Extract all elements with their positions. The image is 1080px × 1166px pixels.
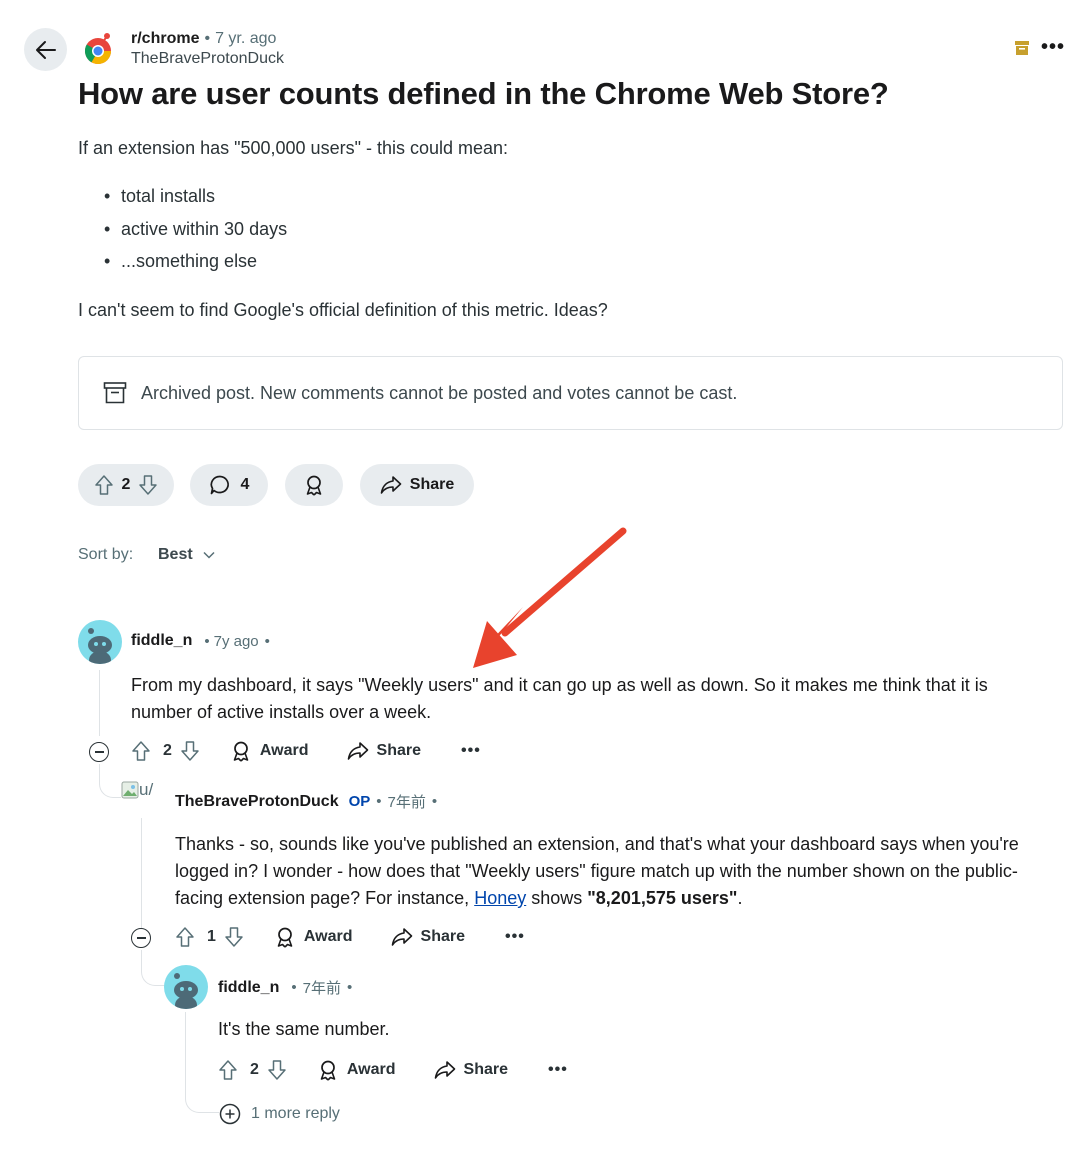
more-dots-icon[interactable]: •••	[1041, 36, 1065, 59]
downvote-icon[interactable]	[138, 474, 158, 496]
share-icon	[391, 928, 412, 946]
comment-age: 7年前	[302, 980, 341, 997]
vote-count: 2	[121, 476, 131, 493]
comment-bubble-icon	[210, 475, 229, 495]
upvote-icon[interactable]	[175, 926, 195, 948]
more-replies-button[interactable]: 1 more reply	[219, 1103, 340, 1125]
comment-actions: 2 Award Share •••	[218, 1059, 568, 1081]
archive-icon	[1014, 40, 1030, 56]
post-author[interactable]: TheBraveProtonDuck	[131, 50, 284, 68]
comment-text: Thanks - so, sounds like you've publishe…	[175, 834, 1019, 908]
more-dots-icon[interactable]: •••	[461, 742, 481, 760]
list-item: total installs	[104, 186, 215, 207]
more-dots-icon[interactable]: •••	[548, 1061, 568, 1079]
share-button[interactable]: Share	[360, 464, 474, 506]
comment-age: 7y ago	[213, 632, 259, 650]
award-icon	[277, 927, 293, 948]
list-item: active within 30 days	[104, 219, 287, 240]
comment-text: From my dashboard, it says "Weekly users…	[131, 675, 988, 722]
downvote-icon[interactable]	[180, 740, 200, 762]
subreddit-icon[interactable]	[80, 30, 118, 68]
comments-button[interactable]: 4	[190, 464, 268, 506]
annotation-arrow	[465, 525, 630, 675]
comment-author[interactable]: fiddle_n	[218, 979, 279, 997]
archived-text: Archived post. New comments cannot be po…	[141, 382, 738, 403]
avatar[interactable]: u/	[121, 780, 153, 800]
avatar[interactable]	[164, 965, 208, 1009]
downvote-icon[interactable]	[267, 1059, 287, 1081]
collapse-button[interactable]	[89, 742, 109, 762]
comment-count: 4	[240, 476, 250, 493]
arrow-left-icon	[35, 40, 56, 59]
award-icon	[320, 1060, 336, 1081]
plus-circle-icon	[219, 1103, 241, 1125]
post-age: 7 yr. ago	[215, 30, 277, 47]
broken-image-icon	[121, 781, 139, 799]
upvote-icon[interactable]	[218, 1059, 238, 1081]
comment-header: fiddle_n • 7年前 •	[218, 978, 353, 998]
comment-author[interactable]: fiddle_n	[131, 632, 192, 650]
share-icon	[434, 1061, 455, 1079]
archived-notice: Archived post. New comments cannot be po…	[78, 356, 1063, 430]
award-button[interactable]: Award	[230, 740, 309, 762]
share-button[interactable]: Share	[434, 1060, 508, 1080]
comment-actions: 2 Award Share •••	[131, 740, 481, 762]
sort-dropdown[interactable]: Best	[158, 546, 215, 564]
upvote-icon[interactable]	[131, 740, 151, 762]
comment-age: 7年前	[387, 794, 426, 811]
share-button[interactable]: Share	[347, 741, 421, 761]
sort-label: Sort by:	[78, 546, 134, 563]
award-button[interactable]	[285, 464, 343, 506]
vote-control: 2	[78, 464, 174, 506]
downvote-icon[interactable]	[224, 926, 244, 948]
subreddit-name[interactable]: r/chrome	[131, 30, 199, 47]
award-button[interactable]: Award	[317, 1059, 396, 1081]
op-badge: OP	[348, 793, 371, 810]
post-body-outro: I can't seem to find Google's official d…	[78, 300, 608, 320]
honey-link[interactable]: Honey	[474, 888, 526, 908]
avatar[interactable]	[78, 620, 122, 664]
share-button[interactable]: Share	[391, 927, 465, 947]
award-icon	[306, 475, 322, 496]
comment-text: It's the same number.	[218, 1019, 390, 1039]
archive-icon	[103, 382, 127, 404]
post-body-intro: If an extension has "500,000 users" - th…	[78, 138, 509, 158]
back-button[interactable]	[24, 28, 67, 71]
share-icon	[347, 742, 368, 760]
comment-header: TheBraveProtonDuck OP • 7年前 •	[175, 792, 438, 812]
more-dots-icon[interactable]: •••	[505, 928, 525, 946]
collapse-button[interactable]	[131, 928, 151, 948]
comment-actions: 1 Award Share •••	[175, 926, 525, 948]
list-item: ...something else	[104, 251, 257, 272]
comment-author[interactable]: TheBraveProtonDuck	[175, 793, 339, 811]
award-button[interactable]: Award	[274, 926, 353, 948]
upvote-icon[interactable]	[94, 474, 114, 496]
post-title: How are user counts defined in the Chrom…	[78, 76, 889, 111]
comment-header: fiddle_n • 7y ago •	[131, 632, 270, 650]
share-icon	[380, 476, 402, 494]
award-icon	[233, 741, 249, 762]
chevron-down-icon	[203, 551, 215, 559]
